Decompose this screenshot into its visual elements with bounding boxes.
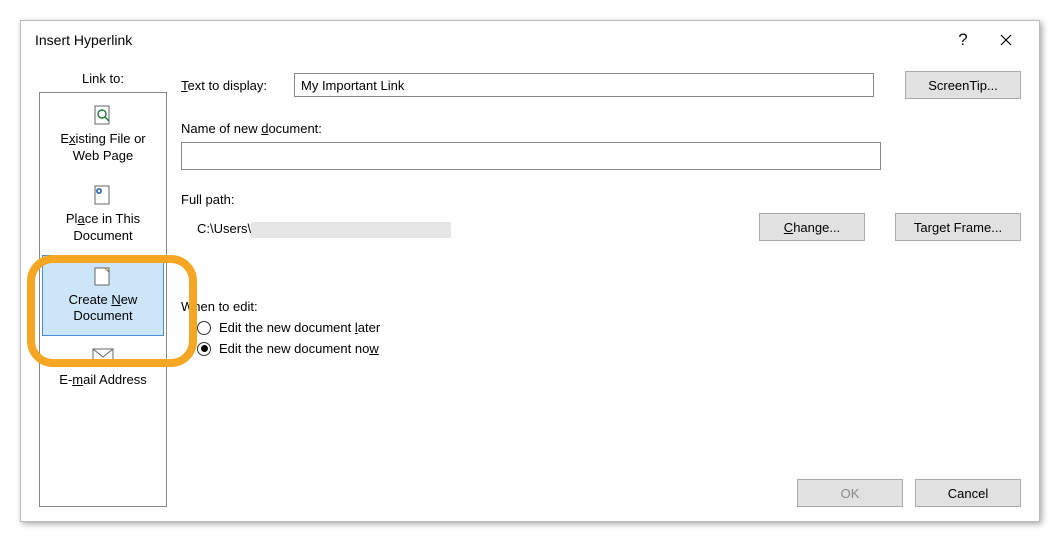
redacted-path	[251, 222, 451, 238]
place-in-document-icon	[91, 183, 115, 207]
full-path-value: C:\Users\	[181, 213, 749, 238]
target-frame-button[interactable]: Target Frame...	[895, 213, 1021, 241]
screentip-button[interactable]: ScreenTip...	[905, 71, 1021, 99]
link-to-column: Link to: Existing File or Web Page Place…	[39, 71, 167, 507]
link-to-email-address[interactable]: E-mail Address	[42, 336, 164, 399]
close-button[interactable]	[983, 24, 1029, 56]
edit-later-radio[interactable]: Edit the new document later	[181, 320, 1021, 335]
link-to-list: Existing File or Web Page Place in This …	[39, 92, 167, 507]
insert-hyperlink-dialog: Insert Hyperlink ? Link to: Existing Fil…	[20, 20, 1040, 522]
change-button[interactable]: Change...	[759, 213, 865, 241]
create-new-document-icon	[91, 264, 115, 288]
edit-now-radio[interactable]: Edit the new document now	[181, 341, 1021, 356]
full-path-label: Full path:	[181, 192, 1021, 207]
radio-icon	[197, 321, 211, 335]
text-to-display-input[interactable]	[294, 73, 874, 97]
when-to-edit-label: When to edit:	[181, 299, 1021, 314]
dialog-footer: OK Cancel	[797, 479, 1021, 507]
radio-icon	[197, 342, 211, 356]
edit-later-label: Edit the new document later	[219, 320, 380, 335]
main-panel: Text to display: ScreenTip... Name of ne…	[181, 71, 1021, 507]
close-icon	[1000, 34, 1012, 46]
text-to-display-label: Text to display:	[181, 78, 286, 93]
name-of-new-document-label: Name of new document:	[181, 121, 1021, 136]
link-to-place-in-document[interactable]: Place in This Document	[42, 175, 164, 255]
help-button[interactable]: ?	[943, 24, 983, 56]
ok-button[interactable]: OK	[797, 479, 903, 507]
email-address-icon	[91, 344, 115, 368]
link-to-existing-file[interactable]: Existing File or Web Page	[42, 95, 164, 175]
title-bar: Insert Hyperlink ?	[21, 21, 1039, 59]
link-to-label: Link to:	[82, 71, 124, 86]
existing-file-icon	[91, 103, 115, 127]
dialog-title: Insert Hyperlink	[35, 32, 943, 48]
cancel-button[interactable]: Cancel	[915, 479, 1021, 507]
name-of-new-document-input[interactable]	[181, 142, 881, 170]
edit-now-label: Edit the new document now	[219, 341, 379, 356]
link-to-create-new-document[interactable]: Create New Document	[42, 255, 164, 337]
